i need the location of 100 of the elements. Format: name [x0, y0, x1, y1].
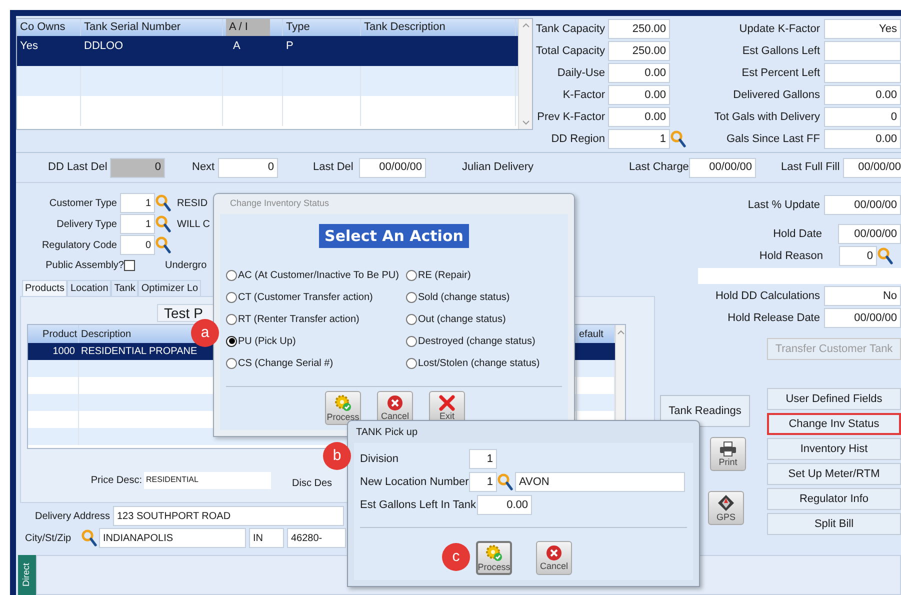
side-button[interactable]: User Defined Fields: [767, 388, 901, 410]
text-field[interactable]: 00/00/00: [824, 308, 901, 328]
toolbar-button[interactable]: Process: [476, 541, 512, 575]
field-label: DD Region: [550, 132, 606, 147]
toolbar-button[interactable]: GPS: [708, 491, 744, 525]
field-label: Next: [192, 160, 214, 176]
text-field[interactable]: INDIANAPOLIS: [99, 528, 246, 548]
radio-option[interactable]: AC (At Customer/Inactive To Be PU): [226, 264, 406, 286]
side-button[interactable]: Split Bill: [767, 513, 901, 535]
text-field[interactable]: No: [824, 286, 901, 306]
text-field[interactable]: 00/00/00: [838, 224, 901, 244]
text-field[interactable]: RESIDENTIAL: [144, 472, 271, 488]
text-field[interactable]: 1: [120, 193, 155, 213]
side-button[interactable]: Inventory Hist: [767, 438, 901, 460]
cancel-icon: [387, 395, 403, 411]
checkbox[interactable]: [124, 260, 135, 270]
side-tab[interactable]: Direct: [18, 555, 36, 595]
location-name-field[interactable]: AVON: [515, 472, 685, 492]
field-label: Undergro: [165, 258, 207, 272]
search-icon[interactable]: [81, 529, 97, 547]
text-field[interactable]: [698, 268, 901, 284]
search-icon[interactable]: [877, 247, 893, 265]
field-label: Julian Delivery: [462, 160, 532, 176]
field-label: Tot Gals with Delivery: [713, 110, 821, 125]
tab[interactable]: Tank: [111, 280, 138, 296]
text-field[interactable]: 00/00/00: [359, 158, 426, 178]
search-icon[interactable]: [155, 194, 171, 212]
text-field[interactable]: 1: [120, 214, 155, 234]
search-icon[interactable]: [497, 473, 513, 491]
field-label: Delivery Address: [34, 510, 111, 524]
text-field[interactable]: IN: [249, 528, 284, 548]
field-label: Division: [360, 452, 400, 467]
text-field[interactable]: 0.00: [824, 129, 901, 149]
radio-option[interactable]: CS (Change Serial #): [226, 352, 406, 374]
scroll-up-icon[interactable]: [522, 23, 530, 28]
field-label: City/St/Zip: [25, 532, 72, 546]
side-button[interactable]: Regulator Info: [767, 488, 901, 510]
table-row[interactable]: Yes DDLOO A P: [17, 36, 518, 66]
text-field[interactable]: 0: [839, 246, 877, 266]
text-field[interactable]: 0.00: [608, 85, 670, 105]
field-label: Price Desc:: [90, 474, 143, 488]
gear-icon: [485, 544, 503, 562]
tab[interactable]: Products: [22, 280, 68, 296]
field-label: Delivery Type: [56, 218, 118, 232]
table-cell-text: A: [232, 39, 242, 54]
text-field[interactable]: 1: [469, 449, 497, 469]
toolbar-button[interactable]: Cancel: [536, 541, 572, 575]
tank-readings-button[interactable]: Tank Readings: [660, 395, 750, 427]
text-field[interactable]: 0.00: [608, 107, 670, 127]
field-label: Delivered Gallons: [732, 88, 821, 103]
field-label: Last % Update: [746, 198, 821, 213]
search-icon[interactable]: [670, 130, 686, 148]
field-label: Gals Since Last FF: [725, 132, 821, 147]
radio-option[interactable]: PU (Pick Up): [226, 330, 406, 352]
side-button[interactable]: Change Inv Status: [767, 413, 901, 435]
close-icon: [439, 395, 455, 411]
radio-option[interactable]: Destroyed (change status): [406, 330, 574, 352]
toolbar-button[interactable]: Print: [710, 437, 746, 471]
text-field[interactable]: 0.00: [824, 85, 901, 105]
radio-option[interactable]: Lost/Stolen (change status): [406, 352, 574, 374]
text-field[interactable]: 0.00: [608, 63, 670, 83]
table-cell-text: 1000: [52, 345, 76, 359]
text-field[interactable]: [824, 41, 901, 61]
radio-option[interactable]: RE (Repair): [406, 264, 574, 286]
field-label: DD Last Del: [48, 160, 106, 176]
text-field[interactable]: 250.00: [608, 41, 670, 61]
tab[interactable]: Location: [67, 280, 112, 296]
field-label: Hold DD Calculations: [714, 288, 821, 304]
field-label: New Location Number: [360, 474, 469, 490]
text-field[interactable]: 123 SOUTHPORT ROAD: [113, 506, 344, 526]
tab[interactable]: Optimizer Lo: [138, 280, 202, 296]
toolbar-button[interactable]: Process: [325, 391, 361, 425]
field-label: Daily-Use: [556, 66, 606, 81]
text-field[interactable]: 0: [824, 107, 901, 127]
text-field[interactable]: 0: [218, 158, 278, 178]
search-icon[interactable]: [155, 215, 171, 233]
text-field[interactable]: 0.00: [477, 495, 532, 515]
text-field[interactable]: 00/00/00: [824, 195, 901, 215]
text-field[interactable]: Yes: [824, 19, 901, 39]
field-label: Tank Capacity: [535, 22, 606, 37]
text-field[interactable]: 1: [469, 472, 497, 492]
search-icon[interactable]: [155, 236, 171, 254]
text-field[interactable]: 1: [608, 129, 670, 149]
field-label: Est Gallons Left In Tank: [360, 498, 477, 513]
scroll-down-icon[interactable]: [522, 120, 530, 125]
text-field[interactable]: 00/00/00: [843, 158, 901, 178]
table-cell-text: RESIDENTIAL PROPANE: [80, 345, 198, 359]
printer-icon: [719, 441, 737, 457]
text-field[interactable]: 0: [120, 235, 155, 255]
scroll-up-icon[interactable]: [616, 330, 624, 335]
compass-icon: [717, 494, 735, 512]
radio-option[interactable]: Out (change status): [406, 308, 574, 330]
text-field[interactable]: [824, 63, 901, 83]
dialog-title: TANK Pick up: [355, 426, 418, 440]
text-field[interactable]: 250.00: [608, 19, 670, 39]
radio-option[interactable]: Sold (change status): [406, 286, 574, 308]
side-button[interactable]: Set Up Meter/RTM: [767, 463, 901, 485]
scrollbar[interactable]: [518, 19, 532, 129]
text-field[interactable]: 00/00/00: [689, 158, 756, 178]
text-field[interactable]: 46280-: [287, 528, 346, 548]
